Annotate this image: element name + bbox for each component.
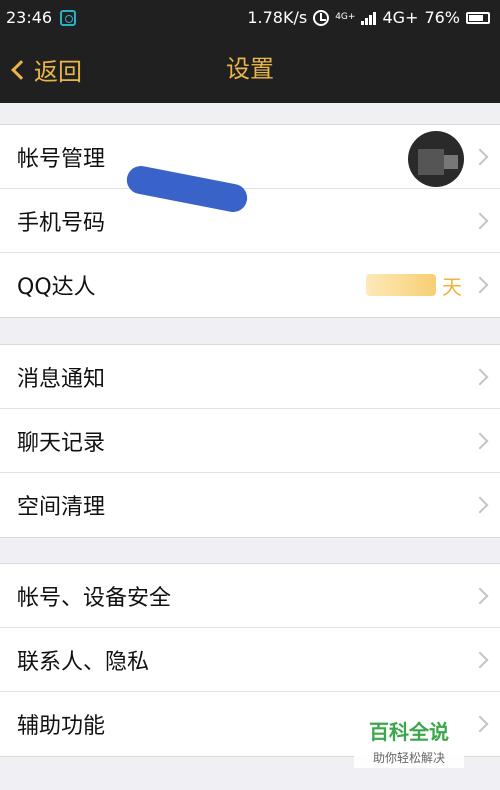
row-label: 聊天记录	[17, 430, 106, 456]
chevron-right-icon	[471, 212, 489, 229]
chevron-right-icon	[471, 496, 489, 514]
chevron-right-icon	[471, 715, 489, 733]
row-phone-number[interactable]: 手机号码	[0, 189, 500, 253]
watermark-title: 百科全说	[369, 720, 449, 744]
chevron-right-icon	[471, 368, 489, 385]
row-storage-cleanup[interactable]: 空间清理	[0, 473, 500, 537]
status-time: 23:46	[6, 8, 53, 27]
row-label: 帐号、设备安全	[17, 585, 172, 611]
row-qq-daren[interactable]: QQ达人 天	[0, 253, 500, 317]
network-type: 4G+	[382, 8, 419, 27]
row-label: 空间清理	[17, 495, 106, 520]
row-account-security[interactable]: 帐号、设备安全	[0, 564, 500, 628]
sim-icon	[60, 9, 77, 26]
row-label: 手机号码	[17, 210, 106, 236]
row-label: QQ达人	[17, 275, 96, 300]
network-type-small: 4G+	[335, 12, 356, 22]
row-contacts-privacy[interactable]: 联系人、隐私	[0, 628, 500, 692]
watermark-subtitle: 助你轻松解决	[372, 751, 445, 765]
alarm-icon	[313, 9, 330, 26]
chevron-right-icon	[471, 651, 489, 668]
page-title: 设置	[226, 55, 274, 83]
row-label: 联系人、隐私	[17, 649, 150, 675]
watermark-logo: 百科全说 助你轻松解决	[354, 712, 464, 768]
nav-bar: 返回 设置	[0, 36, 500, 103]
row-account-management[interactable]: 帐号管理	[0, 125, 500, 189]
chevron-right-icon	[471, 587, 489, 604]
days-suffix: 天	[442, 274, 462, 299]
battery-level: 76%	[424, 8, 460, 27]
row-notifications[interactable]: 消息通知	[0, 345, 500, 409]
chevron-right-icon	[471, 276, 489, 294]
chevron-right-icon	[471, 432, 489, 449]
qq-daren-days: 天	[366, 271, 462, 300]
row-label: 消息通知	[17, 366, 106, 392]
avatar	[408, 131, 464, 187]
row-label: 辅助功能	[17, 714, 106, 739]
settings-group-account: 帐号管理 手机号码 QQ达人 天	[0, 124, 500, 318]
settings-group-messages: 消息通知 聊天记录 空间清理	[0, 344, 500, 538]
signal-icon	[361, 11, 377, 25]
row-label: 帐号管理	[17, 146, 106, 172]
chevron-right-icon	[471, 148, 489, 165]
status-bar: 23:46 1.78K/s 4G+ 4G+ 76%	[0, 0, 500, 36]
blurred-value	[366, 274, 436, 296]
network-speed: 1.78K/s	[247, 8, 308, 27]
battery-icon	[466, 11, 490, 24]
row-chat-history[interactable]: 聊天记录	[0, 409, 500, 473]
